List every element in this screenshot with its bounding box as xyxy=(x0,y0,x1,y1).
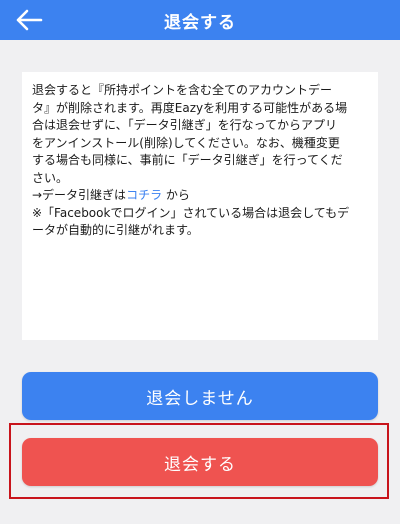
back-button[interactable] xyxy=(12,6,46,34)
highlight-frame xyxy=(9,423,389,499)
notice-line: をアンインストール(削除)してください。なお、機種変更 xyxy=(32,135,340,150)
transfer-prefix: →データ引継ぎは xyxy=(32,188,127,202)
facebook-note-line: ータが自動的に引継がれます。 xyxy=(32,223,199,237)
notice-line: 合は退会せずに、「データ引継ぎ」を行なってからアプリ xyxy=(32,118,338,132)
data-transfer-line: →データ引継ぎはコチラ から xyxy=(32,187,370,205)
arrow-left-icon xyxy=(16,9,43,31)
notice-line: タ』が削除されます。再度Eazyを利用する可能性がある場 xyxy=(32,100,348,115)
data-transfer-link[interactable]: コチラ xyxy=(126,188,162,202)
facebook-note-line: ※「Facebookでログイン」されている場合は退会してもデ xyxy=(32,205,350,220)
page-title: 退会する xyxy=(164,12,236,33)
app-header: 退会する xyxy=(0,0,400,40)
notice-line: さい。 xyxy=(32,170,69,185)
notice-line: する場合も同様に、事前に「データ引継ぎ」を行ってくだ xyxy=(32,153,343,167)
notice-line: 退会すると『所持ポイントを含む全てのアカウントデー xyxy=(32,83,333,97)
withdrawal-notice: 退会すると『所持ポイントを含む全てのアカウントデー タ』が削除されます。再度Ea… xyxy=(22,72,378,340)
keep-account-button[interactable]: 退会しません xyxy=(22,372,378,420)
transfer-suffix: から xyxy=(162,188,190,202)
